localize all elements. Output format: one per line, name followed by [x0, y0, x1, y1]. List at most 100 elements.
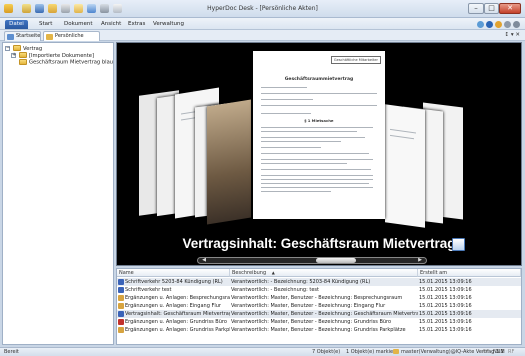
layout-icon[interactable]: [513, 21, 520, 28]
column-header-label: Beschreibung: [232, 270, 267, 276]
menu-tab-extras[interactable]: Extras: [128, 20, 145, 29]
table-row[interactable]: Vertragsinhalt: Geschäftsraum Mietvertra…: [117, 310, 521, 318]
status-scroll: RF: [508, 349, 515, 355]
cell-name: Ergänzungen u. Anlagen: Eingang Flur: [117, 302, 230, 310]
cell-created: 15.01.2015 13:09:16: [419, 287, 472, 293]
user-icon: [393, 349, 399, 354]
table-row[interactable]: Schriftverkehr test Verantwortlich: - Bez…: [117, 286, 521, 294]
table-row[interactable]: Ergänzungen u. Anlagen: Eingang Flur Vera…: [117, 302, 521, 310]
collapse-toggle[interactable]: −: [5, 46, 10, 51]
page-section-heading: § 1 Mietsache: [304, 118, 334, 123]
window-title: HyperDoc Desk - [Persönliche Akten]: [207, 5, 318, 12]
cell-description: Verantwortlich: - Bezeichnung: 5203-84 K…: [231, 279, 371, 285]
column-header-erstellt-am[interactable]: Erstellt am: [418, 269, 521, 277]
table-row[interactable]: Schriftverkehr 5203-84 Kündigung (RL) Ver…: [117, 278, 521, 286]
tab-startseite-label: Startseite: [16, 33, 41, 39]
cell-name: Schriftverkehr test: [117, 286, 230, 294]
page-title: Geschäftsraummietvertrag: [284, 77, 354, 82]
document-icon: [118, 310, 124, 317]
status-object-count: 7 Objekt(e): [312, 349, 341, 355]
sort-indicator-icon: ▲: [271, 270, 275, 275]
document-icon: [118, 318, 124, 325]
cell-name: Ergänzungen u. Anlagen: Besprechungsraum: [117, 294, 230, 302]
folder-icon: [19, 59, 27, 65]
tab-persoenliche-akten[interactable]: Persönliche Akten: [43, 31, 100, 48]
expand-toggle[interactable]: +: [11, 53, 16, 58]
scroll-left-button[interactable]: ◀: [199, 258, 209, 263]
menu-tab-dokument[interactable]: Dokument: [64, 20, 93, 29]
page-stamp: Geschäftliche Mitarbeiter: [330, 56, 381, 64]
cell-created: 15.01.2015 13:09:16: [419, 319, 472, 325]
document-icon: [118, 302, 124, 309]
cell-name-text: Ergänzungen u. Anlagen: Eingang Flur: [125, 303, 221, 309]
menu-tab-verwaltung[interactable]: Verwaltung: [153, 20, 184, 29]
status-caps: UF: [483, 349, 490, 355]
table-row[interactable]: Ergänzungen u. Anlagen: Grundriss Parkpl…: [117, 326, 521, 334]
preview-photo[interactable]: [207, 99, 251, 225]
scrollbar-thumb[interactable]: [316, 258, 356, 263]
document-coverflow-viewer[interactable]: Geschäftliche Mitarbeiter Geschäftsraumm…: [116, 42, 522, 266]
folder-icon: [19, 52, 27, 58]
user-icon[interactable]: [495, 21, 502, 28]
cell-name-text: Ergänzungen u. Anlagen: Grundriss Büro: [125, 319, 227, 325]
cell-description: Verantwortlich: Master, Benutzer - Bezei…: [231, 311, 418, 317]
settings-icon[interactable]: [504, 21, 511, 28]
help-icon[interactable]: [486, 21, 493, 28]
cell-name-text: Ergänzungen u. Anlagen: Besprechungsraum: [125, 295, 230, 301]
cell-description: Verantwortlich: Master, Benutzer - Bezei…: [231, 295, 403, 301]
tree-item-label: Geschäftsraum Mietvertrag blau: [29, 59, 114, 66]
folder-icon: [46, 34, 53, 40]
menu-tab-start[interactable]: Start: [39, 20, 52, 29]
title-bar: HyperDoc Desk - [Persönliche Akten] – □ …: [0, 0, 525, 18]
table-row[interactable]: Ergänzungen u. Anlagen: Besprechungsraum…: [117, 294, 521, 302]
status-num: NUM: [493, 349, 505, 355]
document-icon: [118, 278, 124, 285]
status-ready: Bereit: [4, 349, 19, 355]
tree-item-label: Vertrag: [23, 45, 43, 52]
current-document-page[interactable]: Geschäftliche Mitarbeiter Geschäftsraumm…: [253, 51, 385, 219]
cell-description: Verantwortlich: Master, Benutzer - Bezei…: [231, 319, 392, 325]
column-header-beschreibung[interactable]: Beschreibung ▲: [230, 269, 418, 277]
tab-startseite[interactable]: Startseite: [4, 31, 41, 41]
preview-page[interactable]: [385, 104, 425, 228]
coverflow-scrollbar[interactable]: ◀ ▶: [197, 257, 427, 264]
cell-description: Verantwortlich: - Bezeichnung: test: [231, 287, 319, 293]
cell-created: 15.01.2015 13:09:16: [419, 279, 472, 285]
cell-name-text: Ergänzungen u. Anlagen: Grundriss Parkpl…: [125, 327, 230, 333]
document-icon: [118, 326, 124, 333]
cell-created: 15.01.2015 13:09:16: [419, 303, 472, 309]
cell-created: 15.01.2015 13:09:16: [419, 295, 472, 301]
column-header-name[interactable]: Name: [117, 269, 230, 277]
minimize-button[interactable]: –: [468, 3, 484, 14]
folder-tree: − Vertrag + [Importierte Dokumente] Gesc…: [2, 42, 114, 345]
folder-icon: [13, 45, 21, 51]
cell-name-text: Vertragsinhalt: Geschäftsraum Mietvertra…: [125, 311, 230, 317]
cell-name-text: Schriftverkehr 5203-84 Kündigung (RL): [125, 279, 223, 285]
table-row[interactable]: Ergänzungen u. Anlagen: Grundriss Büro Ve…: [117, 318, 521, 326]
cell-name: Schriftverkehr 5203-84 Kündigung (RL): [117, 278, 230, 286]
cell-name: Vertragsinhalt: Geschäftsraum Mietvertra…: [117, 310, 230, 318]
home-icon: [7, 34, 14, 40]
cell-description: Verantwortlich: Master, Benutzer - Bezei…: [231, 327, 406, 333]
close-button[interactable]: ✕: [499, 3, 521, 14]
document-icon: [118, 294, 124, 301]
tree-item-label: [Importierte Dokumente]: [29, 52, 94, 59]
menu-tab-ansicht[interactable]: Ansicht: [101, 20, 121, 29]
scroll-right-button[interactable]: ▶: [415, 258, 425, 263]
status-bar: Bereit 7 Objekt(e) 1 Objekt(e) markiert …: [0, 347, 525, 356]
tree-item-geschaeftsraum-mietvertrag[interactable]: Geschäftsraum Mietvertrag blau: [19, 59, 113, 67]
cell-created: 15.01.2015 13:09:16: [419, 327, 472, 333]
tab-controls[interactable]: ↕ ▾ ✕: [505, 32, 520, 38]
document-icon[interactable]: [452, 238, 465, 251]
status-marked-count: 1 Objekt(e) markiert: [346, 349, 398, 355]
cell-created: 15.01.2015 13:09:16: [419, 311, 472, 317]
sync-icon[interactable]: [477, 21, 484, 28]
cell-description: Verantwortlich: Master, Benutzer - Bezei…: [231, 303, 386, 309]
ribbon-menu: Datei Start Dokument Ansicht Extras Verw…: [0, 18, 525, 30]
maximize-button[interactable]: □: [484, 3, 499, 14]
document-tab-bar: Startseite Persönliche Akten ↕ ▾ ✕: [0, 30, 525, 48]
menu-tab-datei[interactable]: Datei: [5, 20, 28, 29]
cell-name: Ergänzungen u. Anlagen: Grundriss Parkpl…: [117, 326, 230, 334]
cell-name: Ergänzungen u. Anlagen: Grundriss Büro: [117, 318, 230, 326]
cell-name-text: Schriftverkehr test: [125, 287, 172, 293]
